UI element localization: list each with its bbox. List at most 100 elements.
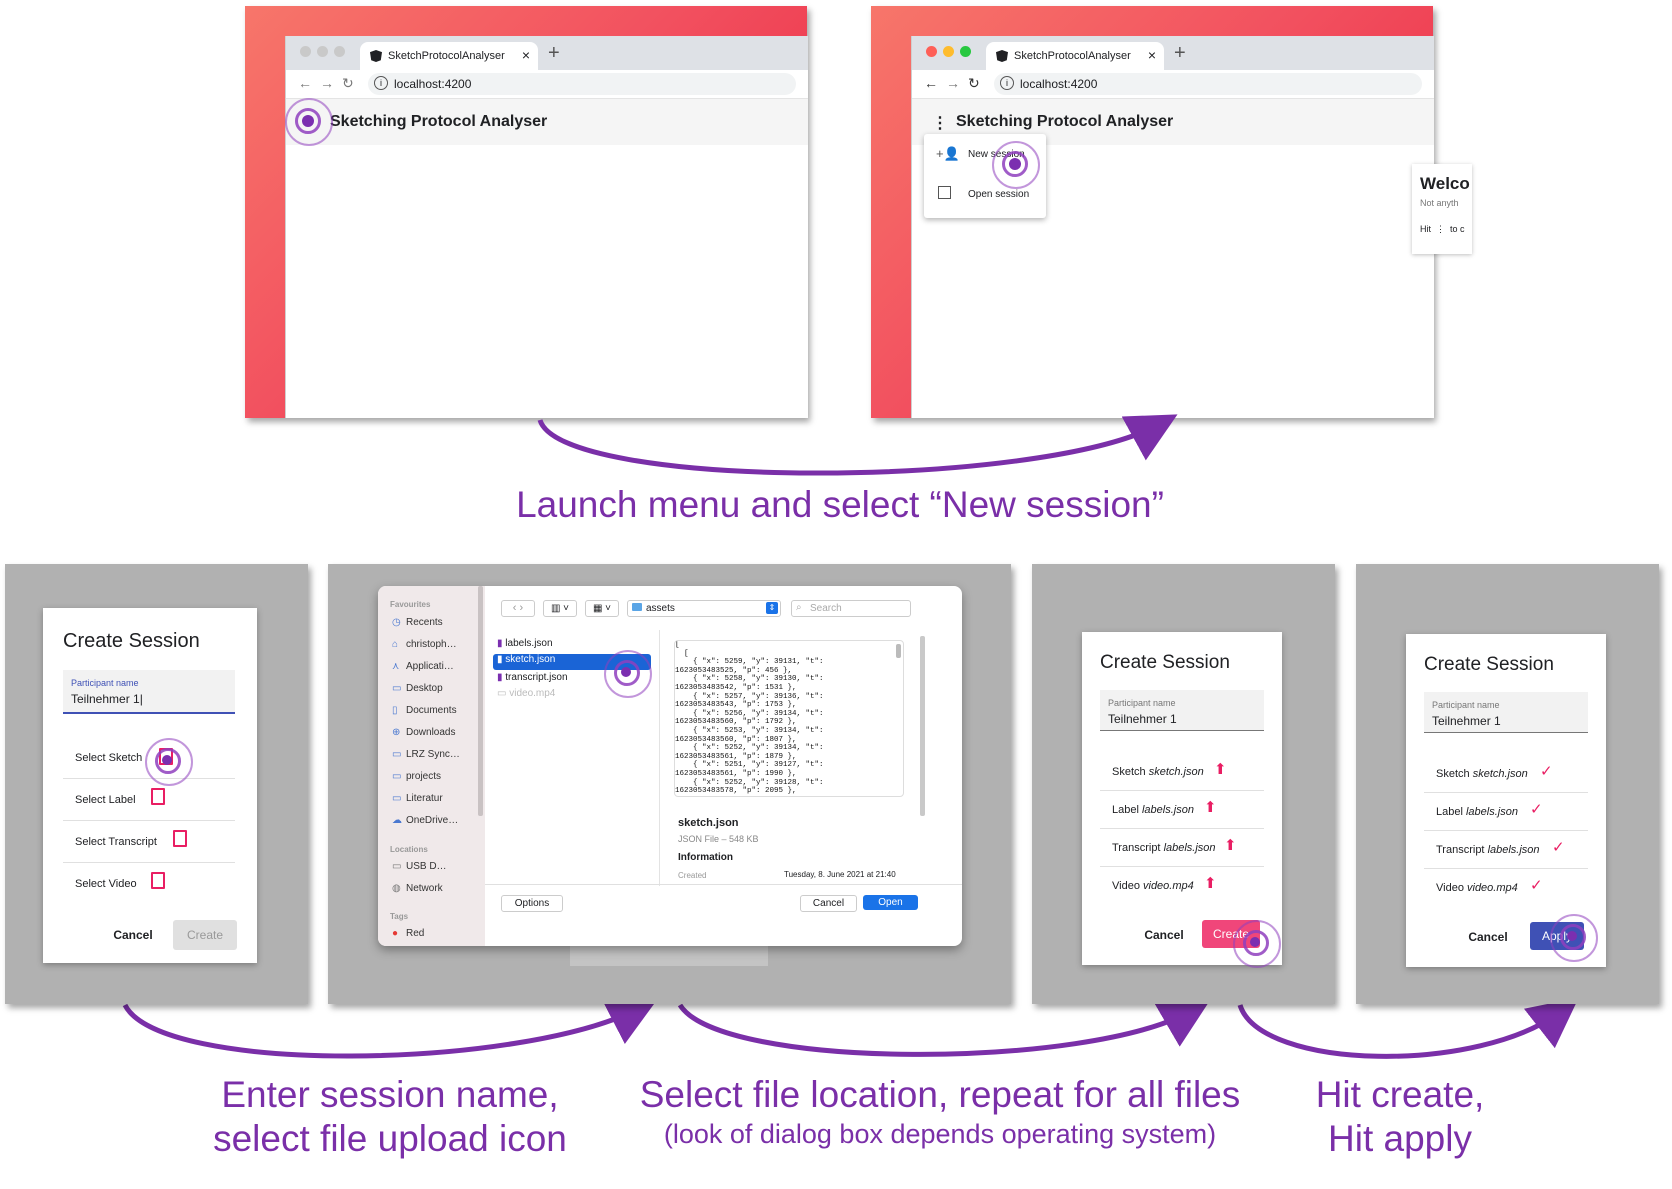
file-item-transcript[interactable]: ▮ transcript.json <box>497 672 568 683</box>
created-label: Created <box>678 871 707 880</box>
file-name: labels.json <box>505 638 553 649</box>
pane-scrollbar[interactable] <box>920 636 925 816</box>
search-input[interactable]: ⌕ Search <box>791 600 911 617</box>
sketch-row: Sketch sketch.json ⬆ <box>1100 752 1264 791</box>
options-button[interactable]: Options <box>501 895 563 912</box>
panel-step3: Favourites ◷ Recents ⌂ christoph… ⋏ Applica… <box>328 564 1011 1004</box>
participant-name-field[interactable]: Participant name Teilnehmer 1| <box>63 670 235 714</box>
click-indicator-core <box>621 667 631 677</box>
sidebar-heading-locations: Locations <box>390 845 428 854</box>
finder-toolbar: ‹ › ▥ ˅ ▦ ˅ assets ⇕ ⌕ Search <box>485 586 962 630</box>
row-label: Transcript labels.json <box>1112 842 1216 854</box>
upload-icon[interactable]: ⬆ <box>1204 798 1217 816</box>
sidebar-item-label: Documents <box>406 705 457 716</box>
check-icon: ✓ <box>1530 877 1543 894</box>
participant-name-field[interactable]: Participant name Teilnehmer 1 <box>1424 692 1588 733</box>
sidebar-item-label: LRZ Sync… <box>406 749 460 760</box>
nav-back-forward[interactable]: ‹ › <box>501 600 535 617</box>
row-label: Sketch sketch.json <box>1112 766 1204 778</box>
field-label: Participant name <box>1108 698 1176 708</box>
information-heading: Information <box>678 852 733 863</box>
preview-file-meta: JSON File – 548 KB <box>678 834 759 844</box>
row-label: Label labels.json <box>1436 806 1518 818</box>
folder-name: assets <box>646 603 675 614</box>
sidebar-item-onedrive[interactable]: ☁ OneDrive… <box>392 815 458 826</box>
sidebar-item-network[interactable]: ◍ Network <box>392 883 443 894</box>
caption-step2-line1: Enter session name, <box>221 1074 559 1115</box>
arrow-step3 <box>677 999 1211 1057</box>
sidebar-item-label: christoph… <box>406 639 457 650</box>
cancel-button[interactable]: Cancel <box>1138 928 1190 942</box>
select-label-row: Select Label <box>63 778 235 821</box>
sidebar-item-home[interactable]: ⌂ christoph… <box>392 639 457 650</box>
caption-step3-line1: Select file location, repeat for all fil… <box>639 1074 1241 1115</box>
file-item-labels[interactable]: ▮ labels.json <box>497 638 553 649</box>
folder-select[interactable]: assets ⇕ <box>627 600 781 617</box>
view-grid-button[interactable]: ▦ ˅ <box>585 600 619 617</box>
sidebar-item-label: Literatur <box>406 793 443 804</box>
transcript-row: Transcript labels.json ✓ <box>1424 830 1588 869</box>
check-icon: ✓ <box>1552 839 1565 856</box>
open-button[interactable]: Open <box>863 895 918 910</box>
sidebar-item-label: Downloads <box>406 727 456 738</box>
caption-step1: Launch menu and select “New session” <box>516 484 1164 525</box>
arrow-step1 <box>537 414 1178 476</box>
sidebar-item-documents[interactable]: ▯ Documents <box>392 705 457 716</box>
column-divider <box>659 630 660 886</box>
created-value: Tuesday, 8. June 2021 at 21:40 <box>784 870 896 879</box>
sidebar-heading-favourites: Favourites <box>390 600 431 609</box>
caption-step3-line2: (look of dialog box depends operating sy… <box>663 1119 1217 1149</box>
sidebar-item-literatur[interactable]: ▭ Literatur <box>392 793 443 804</box>
participant-name-field[interactable]: Participant name Teilnehmer 1 <box>1100 690 1264 731</box>
arrow-step2 <box>122 998 658 1059</box>
sidebar-item-usb[interactable]: ▭ USB D… <box>392 861 447 872</box>
cancel-button[interactable]: Cancel <box>103 928 163 942</box>
upload-icon[interactable]: ⬆ <box>1224 836 1237 854</box>
sidebar-scrollbar[interactable] <box>478 586 483 816</box>
video-row: Video video.mp4 ✓ <box>1424 868 1588 906</box>
sidebar-item-lrz-sync[interactable]: ▭ LRZ Sync… <box>392 749 460 760</box>
sidebar-item-downloads[interactable]: ⊕ Downloads <box>392 727 455 738</box>
field-value: Teilnehmer 1 <box>1432 714 1501 728</box>
sidebar-item-projects[interactable]: ▭ projects <box>392 771 441 782</box>
cancel-button[interactable]: Cancel <box>1462 930 1514 944</box>
sidebar-item-label: projects <box>406 771 442 782</box>
select-transcript-row: Select Transcript <box>63 820 235 863</box>
field-value: Teilnehmer 1 <box>1108 712 1177 726</box>
clock-icon: ◷ <box>392 617 401 628</box>
row-label: Sketch sketch.json <box>1436 768 1528 780</box>
drive-icon: ▭ <box>392 861 402 872</box>
create-session-dialog: Create Session Participant name Teilnehm… <box>43 608 257 963</box>
search-icon: ⌕ <box>796 602 802 613</box>
upload-file-icon[interactable] <box>151 788 165 805</box>
search-placeholder: Search <box>810 603 842 614</box>
preview-scrollbar[interactable] <box>896 644 901 658</box>
create-button[interactable]: Create <box>173 920 237 950</box>
arrow-step4 <box>1237 997 1579 1059</box>
panel-step4b: Create Session Participant name Teilnehm… <box>1356 564 1659 1004</box>
cancel-button[interactable]: Cancel <box>800 895 857 912</box>
click-indicator-core <box>1567 931 1577 941</box>
view-columns-button[interactable]: ▥ ˅ <box>543 600 577 617</box>
sidebar-item-label: Desktop <box>406 683 443 694</box>
folder-icon: ▭ <box>392 749 402 760</box>
row-label: Select Transcript <box>75 836 157 848</box>
upload-icon[interactable]: ⬆ <box>1214 760 1227 778</box>
network-icon: ◍ <box>392 883 401 894</box>
home-icon: ⌂ <box>392 639 399 650</box>
row-label: Select Video <box>75 878 137 890</box>
document-icon: ▯ <box>392 705 398 716</box>
sidebar-item-tag-red[interactable]: ● Red <box>392 928 424 939</box>
sidebar-item-desktop[interactable]: ▭ Desktop <box>392 683 443 694</box>
sidebar-item-recents[interactable]: ◷ Recents <box>392 617 443 628</box>
upload-file-icon[interactable] <box>173 830 187 847</box>
create-session-dialog: Create Session Participant name Teilnehm… <box>1082 632 1282 965</box>
red-tag-icon: ● <box>392 928 399 939</box>
upload-icon[interactable]: ⬆ <box>1204 874 1217 892</box>
upload-file-icon[interactable] <box>151 872 165 889</box>
preview-file-name: sketch.json <box>678 817 739 829</box>
sidebar-item-applications[interactable]: ⋏ Applicati… <box>392 661 454 672</box>
row-label: Video video.mp4 <box>1112 880 1194 892</box>
sidebar-item-label: Applicati… <box>406 661 454 672</box>
click-indicator-core <box>162 755 172 765</box>
